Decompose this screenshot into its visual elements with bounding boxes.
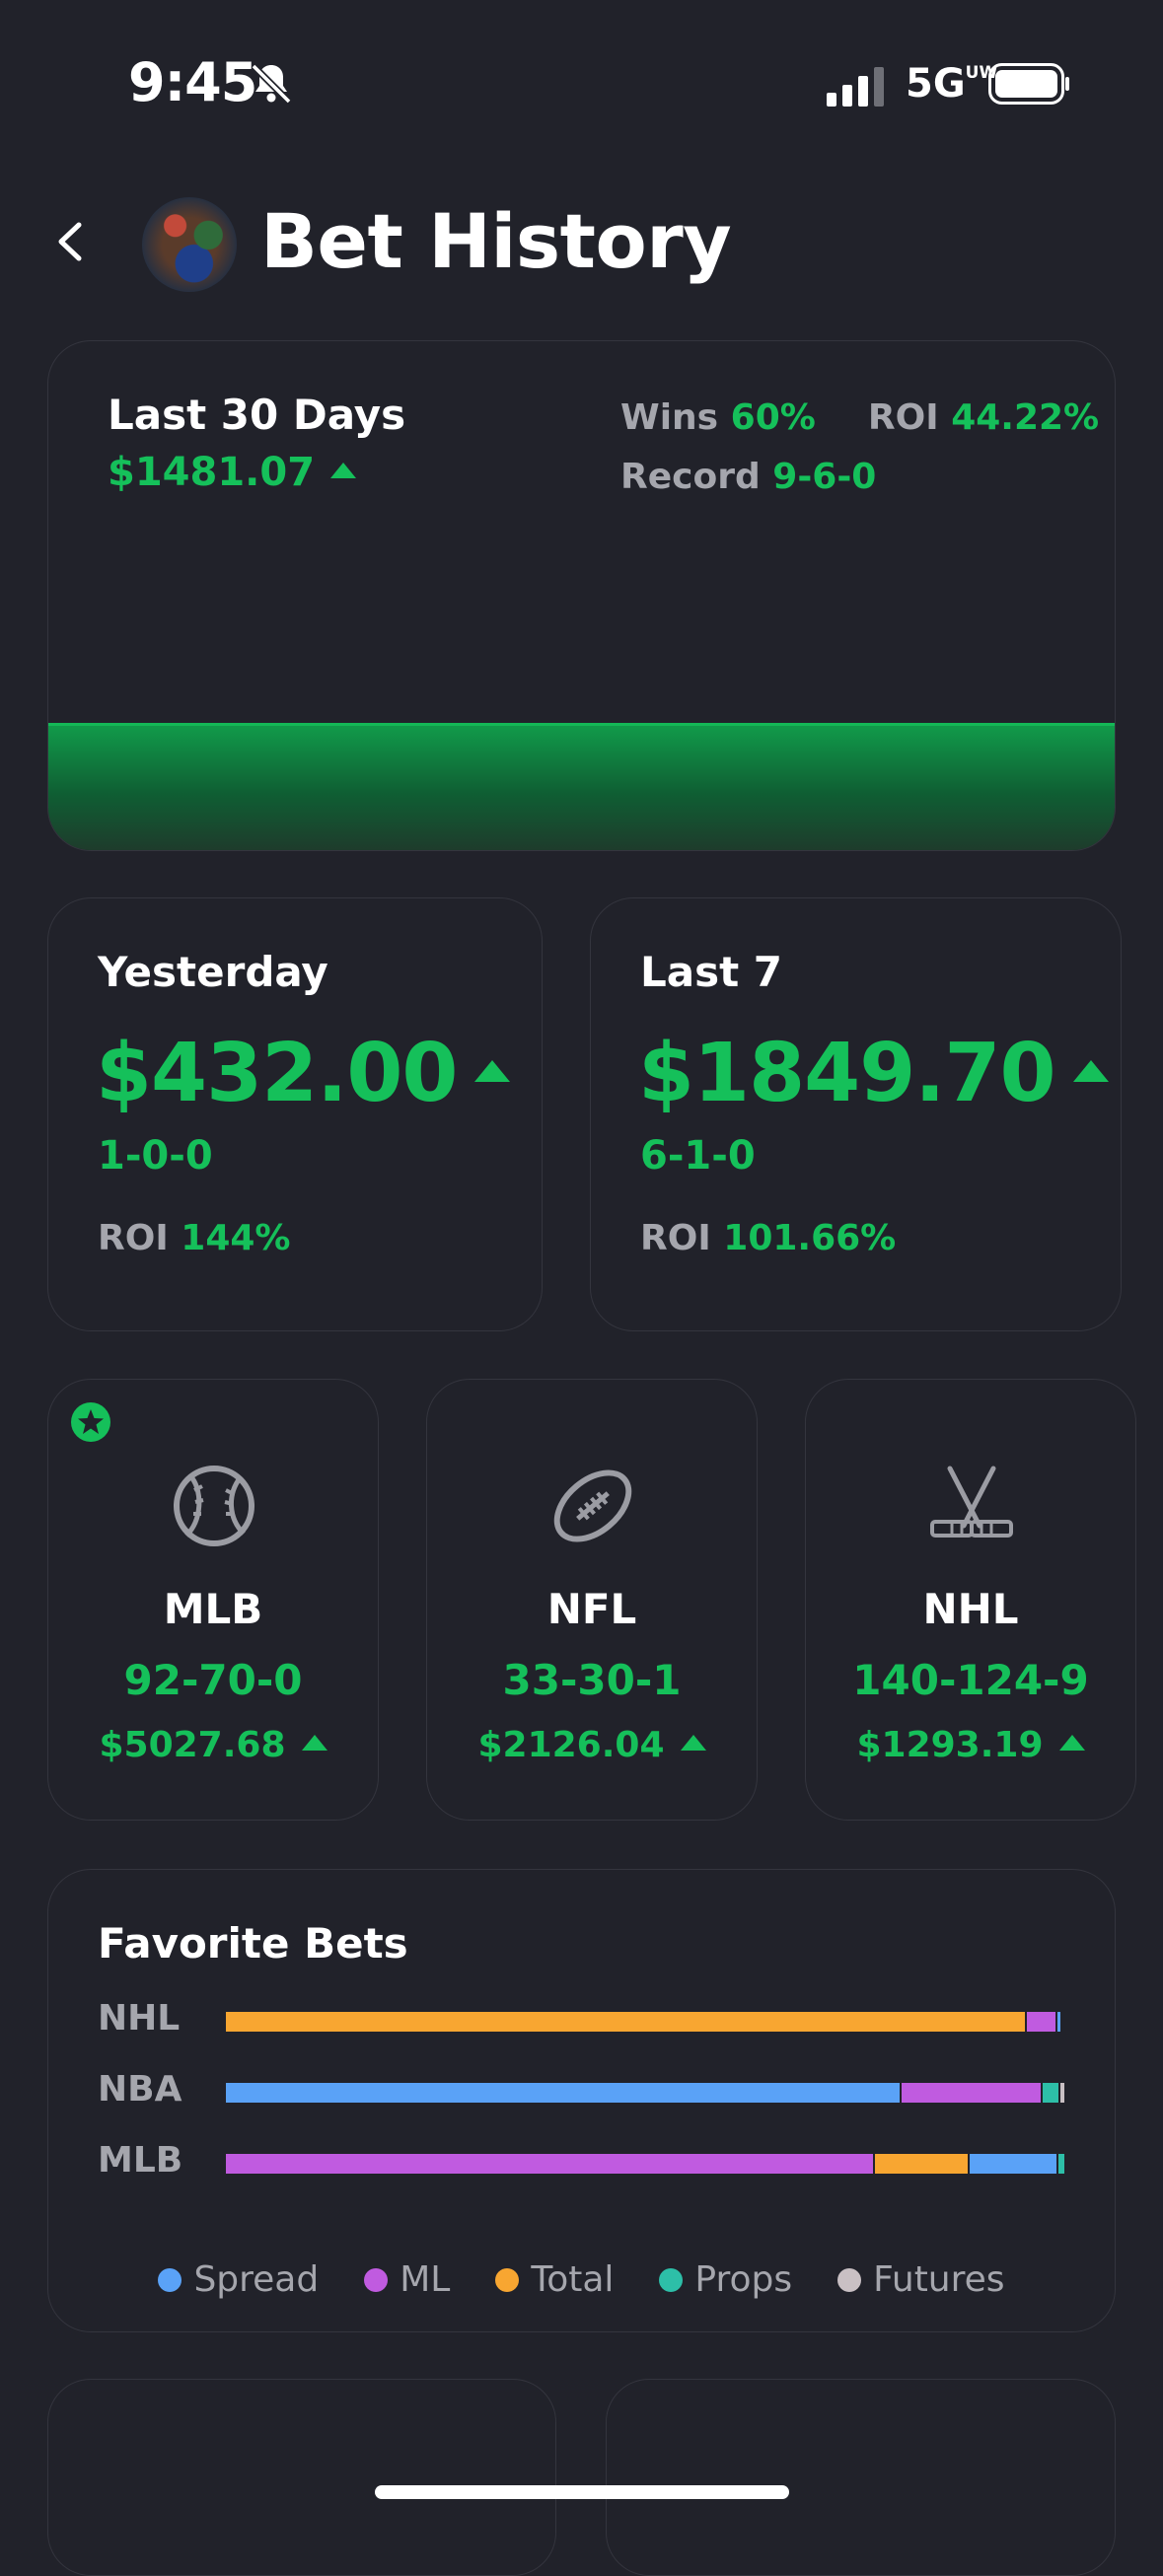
legend-label: Spread [193, 2259, 320, 2300]
legend-label: Futures [873, 2259, 1005, 2300]
bar-segment-props [1058, 2154, 1066, 2174]
sport-record: 33-30-1 [502, 1656, 682, 1704]
up-arrow-icon [474, 1059, 511, 1082]
legend-dot [659, 2267, 684, 2292]
favorite-bets-bar [226, 2083, 1066, 2103]
period-label: Last 7 [640, 948, 783, 996]
partial-card [47, 2379, 556, 2576]
avatar[interactable] [142, 197, 237, 292]
battery-icon [988, 63, 1069, 105]
favorite-bets-bar [226, 2012, 1066, 2032]
hockey-sticks-icon [930, 1466, 1013, 1538]
sport-name: MLB [163, 1585, 263, 1633]
wins-value: 60% [730, 397, 816, 438]
legend-dot [495, 2267, 520, 2292]
bell-muted-icon [251, 63, 292, 105]
period-amount: $432.00 [96, 1027, 511, 1120]
sport-card-nfl[interactable]: NFL 33-30-1 $2126.04 [426, 1379, 758, 1821]
sport-amount: $2126.04 [427, 1725, 757, 1765]
legend-item-futures: Futures [837, 2259, 1005, 2300]
last-30-days-label: Last 30 Days [108, 391, 406, 439]
favorite-bets-bar [226, 2154, 1066, 2174]
favorite-bets-card[interactable]: Favorite Bets NHL NBA MLB Spread ML Total Pro… [47, 1869, 1116, 2332]
legend-item-props: Props [659, 2259, 792, 2300]
signal-icon [827, 67, 884, 107]
up-arrow-icon [301, 1735, 327, 1751]
period-record: 6-1-0 [640, 1133, 756, 1179]
favorite-bets-row-label: NBA [98, 2069, 182, 2110]
legend-label: ML [400, 2259, 451, 2300]
record-value: 9-6-0 [772, 457, 877, 497]
legend-item-total: Total [495, 2259, 614, 2300]
back-chevron-icon[interactable] [51, 217, 91, 266]
favorite-bets-legend: Spread ML Total Props Futures [48, 2259, 1115, 2300]
bar-segment-ml [1026, 2012, 1057, 2032]
sport-record: 92-70-0 [123, 1656, 303, 1704]
period-amount: $1849.70 [638, 1027, 1109, 1120]
bar-segment-spread [226, 2083, 902, 2103]
yesterday-card[interactable]: Yesterday $432.00 1-0-0 ROI 144% [47, 897, 543, 1331]
period-record: 1-0-0 [98, 1133, 213, 1179]
sport-record: 140-124-9 [852, 1656, 1089, 1704]
legend-dot [837, 2267, 862, 2292]
record-label: Record [620, 457, 761, 497]
favorite-bets-row-label: NHL [98, 1998, 181, 2039]
bar-segment-total [874, 2154, 970, 2174]
period-roi: ROI 101.66% [640, 1218, 897, 1258]
period-label: Yesterday [98, 948, 328, 996]
period-roi: ROI 144% [98, 1218, 291, 1258]
profit-area-chart [48, 723, 1115, 850]
last-30-days-card[interactable]: Last 30 Days $1481.07 Wins 60% ROI 44.22… [47, 340, 1116, 851]
network-label: 5GUW [906, 61, 998, 107]
legend-label: Props [694, 2259, 793, 2300]
last-30-days-stats: Wins 60% ROI 44.22% Record 9-6-0 [620, 389, 1099, 507]
roi-label: ROI [867, 397, 939, 438]
home-indicator [375, 2485, 789, 2499]
partial-card [606, 2379, 1116, 2576]
football-icon [553, 1469, 632, 1542]
up-arrow-icon [680, 1735, 706, 1751]
legend-dot [364, 2267, 389, 2292]
sport-name: NHL [922, 1585, 1019, 1633]
up-arrow-icon [1058, 1735, 1085, 1751]
last-7-card[interactable]: Last 7 $1849.70 6-1-0 ROI 101.66% [590, 897, 1122, 1331]
page-title: Bet History [260, 197, 732, 285]
status-time: 9:45 [128, 51, 257, 113]
sport-card-nhl[interactable]: NHL 140-124-9 $1293.19 [805, 1379, 1136, 1821]
bar-segment-props [1043, 2083, 1061, 2103]
wins-label: Wins [620, 397, 719, 438]
favorite-star-icon [71, 1402, 110, 1442]
last-30-days-amount: $1481.07 [108, 450, 357, 495]
legend-dot [158, 2267, 182, 2292]
bar-segment-futures [1060, 2083, 1066, 2103]
favorite-bets-title: Favorite Bets [98, 1919, 408, 1968]
up-arrow-icon [1072, 1059, 1109, 1082]
bar-segment-ml [226, 2154, 875, 2174]
bar-segment-total [226, 2012, 1027, 2032]
sport-name: NFL [546, 1585, 637, 1633]
roi-value: 44.22% [951, 397, 1100, 438]
favorite-bets-row-label: MLB [98, 2140, 183, 2181]
legend-label: Total [531, 2259, 615, 2300]
legend-item-ml: ML [364, 2259, 450, 2300]
bar-segment-props [1061, 2012, 1065, 2032]
sport-card-mlb[interactable]: MLB 92-70-0 $5027.68 [47, 1379, 379, 1821]
sport-amount: $5027.68 [48, 1725, 378, 1765]
baseball-icon [174, 1466, 254, 1546]
legend-item-spread: Spread [158, 2259, 319, 2300]
up-arrow-icon [330, 463, 357, 478]
bar-segment-ml [902, 2083, 1044, 2103]
bar-segment-spread [970, 2154, 1059, 2174]
sport-amount: $1293.19 [806, 1725, 1135, 1765]
